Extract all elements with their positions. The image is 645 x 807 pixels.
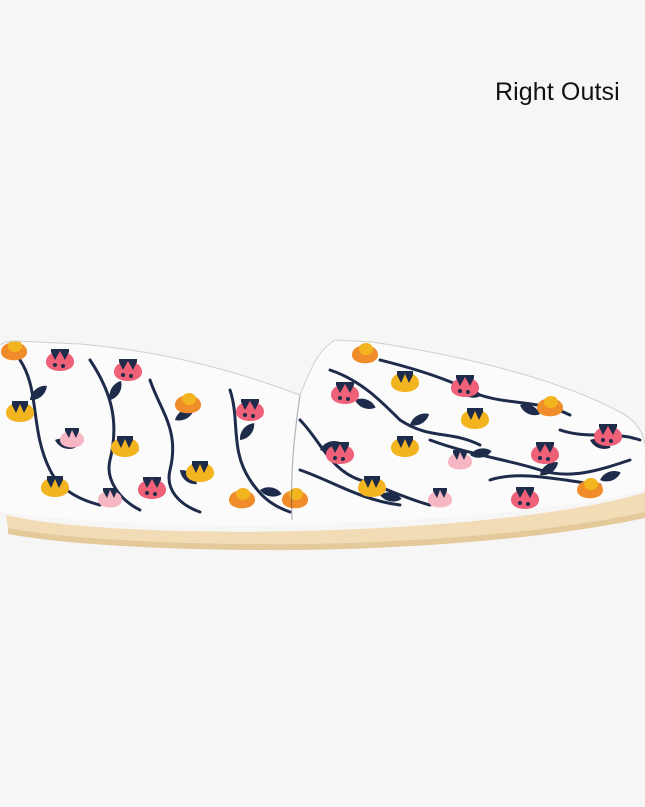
product-view: Right Outsi bbox=[0, 0, 645, 807]
floral-slip-on-shoe-icon bbox=[0, 339, 645, 551]
